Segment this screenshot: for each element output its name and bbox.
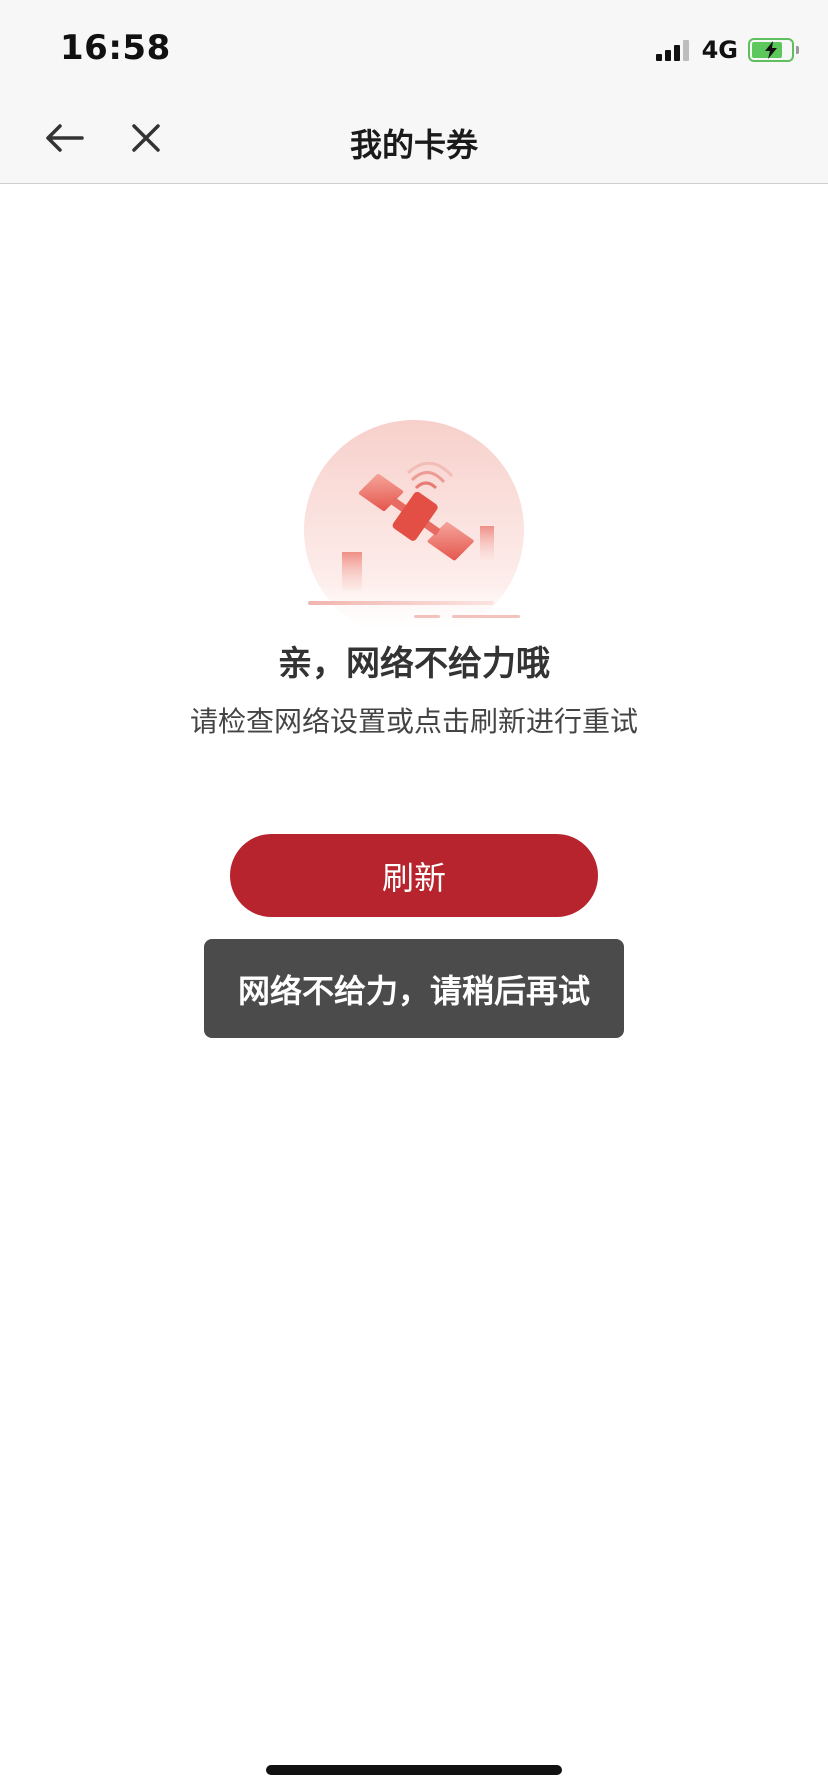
- home-indicator[interactable]: [266, 1765, 562, 1775]
- battery-icon: [748, 38, 799, 62]
- satellite-icon: [304, 420, 524, 640]
- toast-message: 网络不给力，请稍后再试: [204, 939, 624, 1038]
- nav-bar: 我的卡券: [0, 92, 828, 184]
- error-subtitle: 请检查网络设置或点击刷新进行重试: [189, 705, 638, 738]
- signal-icon: [655, 39, 692, 61]
- network-error-illustration: [294, 418, 534, 640]
- refresh-button[interactable]: 刷新: [230, 834, 598, 917]
- status-bar: 16:58 4G: [0, 0, 828, 92]
- page-title: 我的卡券: [349, 126, 478, 164]
- network-type: 4G: [701, 36, 738, 64]
- error-title: 亲，网络不给力哦: [278, 644, 550, 684]
- status-indicators: 4G: [655, 34, 799, 66]
- charging-bolt-icon: [765, 41, 777, 59]
- status-time: 16:58: [60, 28, 171, 68]
